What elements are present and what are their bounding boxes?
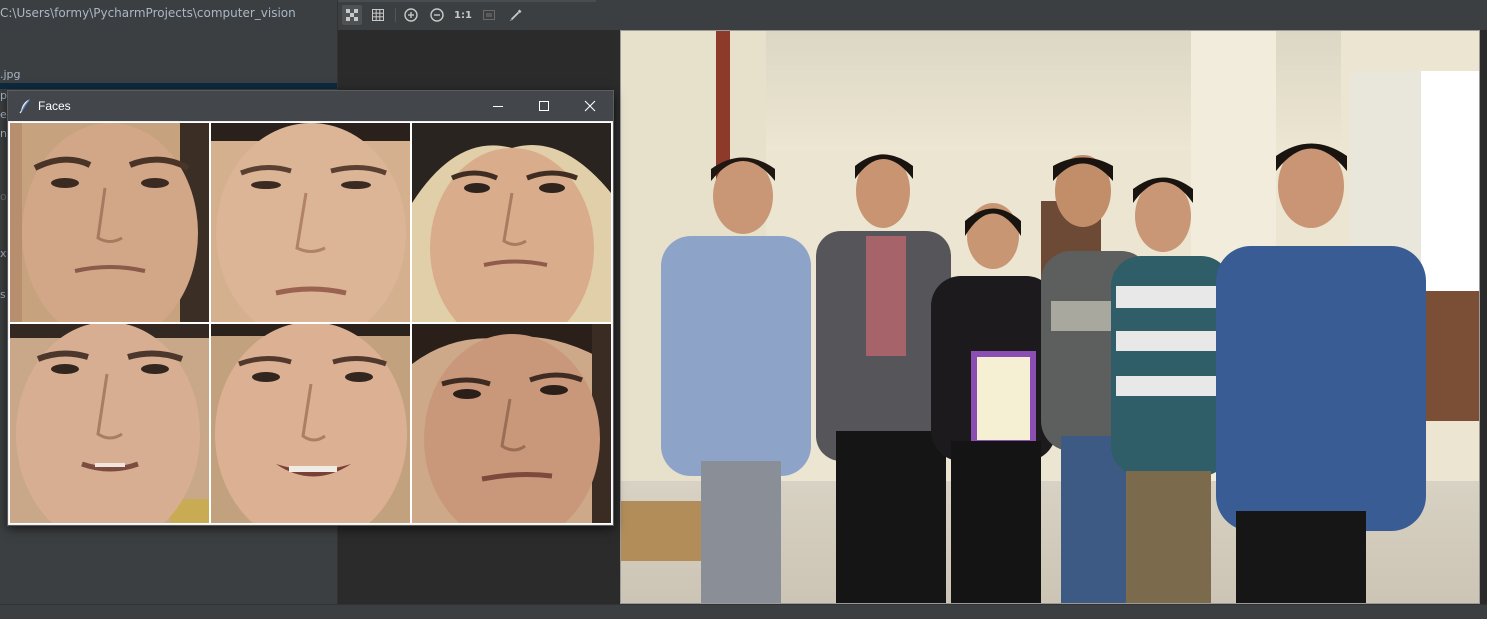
- face-image-5: [211, 324, 410, 523]
- zoom-out-button[interactable]: [427, 5, 447, 25]
- faces-window: Faces: [7, 90, 614, 526]
- minimize-icon: [493, 106, 503, 107]
- maximize-button[interactable]: [521, 91, 567, 121]
- tree-item-o[interactable]: o: [0, 190, 7, 203]
- minimize-button[interactable]: [475, 91, 521, 121]
- fit-icon: [483, 10, 495, 20]
- zoom-in-icon: [404, 8, 418, 22]
- face-image-1: [10, 123, 209, 322]
- tree-item-p[interactable]: p: [0, 89, 7, 102]
- faces-title-bar[interactable]: Faces: [8, 91, 613, 121]
- grid-icon: [372, 9, 384, 21]
- tree-selected-row[interactable]: [0, 83, 337, 89]
- face-image-2: [211, 123, 410, 322]
- feather-icon: [19, 99, 30, 114]
- zoom-in-button[interactable]: [401, 5, 421, 25]
- faces-grid: [9, 122, 612, 524]
- face-image-6: [412, 324, 611, 523]
- toolbar-separator: [395, 8, 396, 22]
- group-photo: [620, 30, 1480, 604]
- maximize-icon: [539, 101, 549, 111]
- color-picker-button[interactable]: [506, 5, 526, 25]
- tree-item-e[interactable]: e: [0, 108, 7, 121]
- face-image-4: [10, 324, 209, 523]
- face-image-3: [412, 123, 611, 322]
- tree-item-n[interactable]: n: [0, 127, 7, 140]
- faces-window-title: Faces: [38, 99, 71, 113]
- eyedropper-icon: [510, 9, 522, 21]
- viewer-tab-indicator: [338, 0, 596, 2]
- tree-item-jpg[interactable]: .jpg: [0, 68, 21, 81]
- face-tile-6: [412, 324, 611, 523]
- face-tile-4: [10, 324, 209, 523]
- face-tile-5: [211, 324, 410, 523]
- close-icon: [584, 100, 596, 112]
- chessboard-toggle-button[interactable]: [342, 5, 362, 25]
- close-button[interactable]: [567, 91, 613, 121]
- fit-zoom-button[interactable]: [479, 5, 499, 25]
- project-path[interactable]: C:\Users\formy\PycharmProjects\computer_…: [0, 6, 296, 20]
- actual-size-button[interactable]: 1:1: [453, 5, 473, 25]
- tree-item-s[interactable]: s: [0, 288, 6, 301]
- grid-toggle-button[interactable]: [368, 5, 388, 25]
- actual-size-label: 1:1: [454, 9, 472, 21]
- face-tile-3: [412, 123, 611, 322]
- face-tile-2: [211, 123, 410, 322]
- ide-status-bar: [0, 604, 1487, 619]
- group-photo-drawing: [621, 31, 1479, 603]
- face-tile-1: [10, 123, 209, 322]
- chessboard-icon: [346, 9, 358, 21]
- zoom-out-icon: [430, 8, 444, 22]
